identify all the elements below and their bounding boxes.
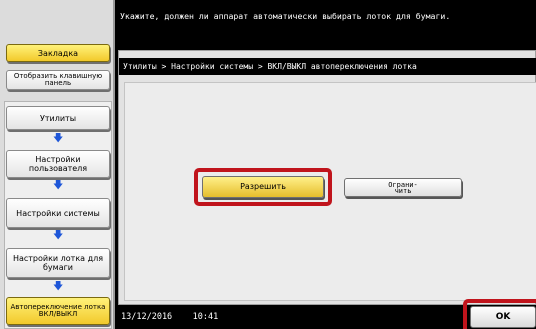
allow-button[interactable]: Разрешить: [202, 176, 324, 198]
date-text: 13/12/2016: [121, 312, 173, 322]
sidebar-item-system-settings[interactable]: Настройки системы: [6, 198, 110, 228]
bookmark-button[interactable]: Закладка: [6, 44, 110, 62]
breadcrumb: Утилиты > Настройки системы > ВКЛ/ВЫКЛ а…: [119, 58, 536, 75]
time-text: 10:41: [192, 312, 219, 322]
arrow-down-icon: 🡇: [53, 180, 64, 191]
arrow-down-icon: 🡇: [53, 230, 64, 241]
arrow-down-icon: 🡇: [53, 133, 64, 144]
restrict-button[interactable]: Ограни- чить: [344, 178, 462, 197]
arrow-down-icon: 🡇: [53, 281, 64, 292]
sidebar-item-paper-tray-settings[interactable]: Настройки лотка для бумаги: [6, 248, 110, 278]
ok-button[interactable]: OK: [470, 306, 536, 328]
sidebar: Закладка Отобразить клавишную панель Ути…: [0, 0, 115, 329]
datetime: 13/12/2016 10:41: [121, 312, 218, 322]
sidebar-item-auto-tray-switch[interactable]: Автопереключение лотка ВКЛ/ВЫКЛ: [6, 297, 110, 325]
sidebar-item-utilities[interactable]: Утилиты: [6, 106, 110, 130]
instruction-message: Укажите, должен ли аппарат автоматически…: [116, 0, 536, 42]
sidebar-item-user-settings[interactable]: Настройки пользователя: [6, 150, 110, 178]
show-keypad-button[interactable]: Отобразить клавишную панель: [6, 70, 110, 90]
